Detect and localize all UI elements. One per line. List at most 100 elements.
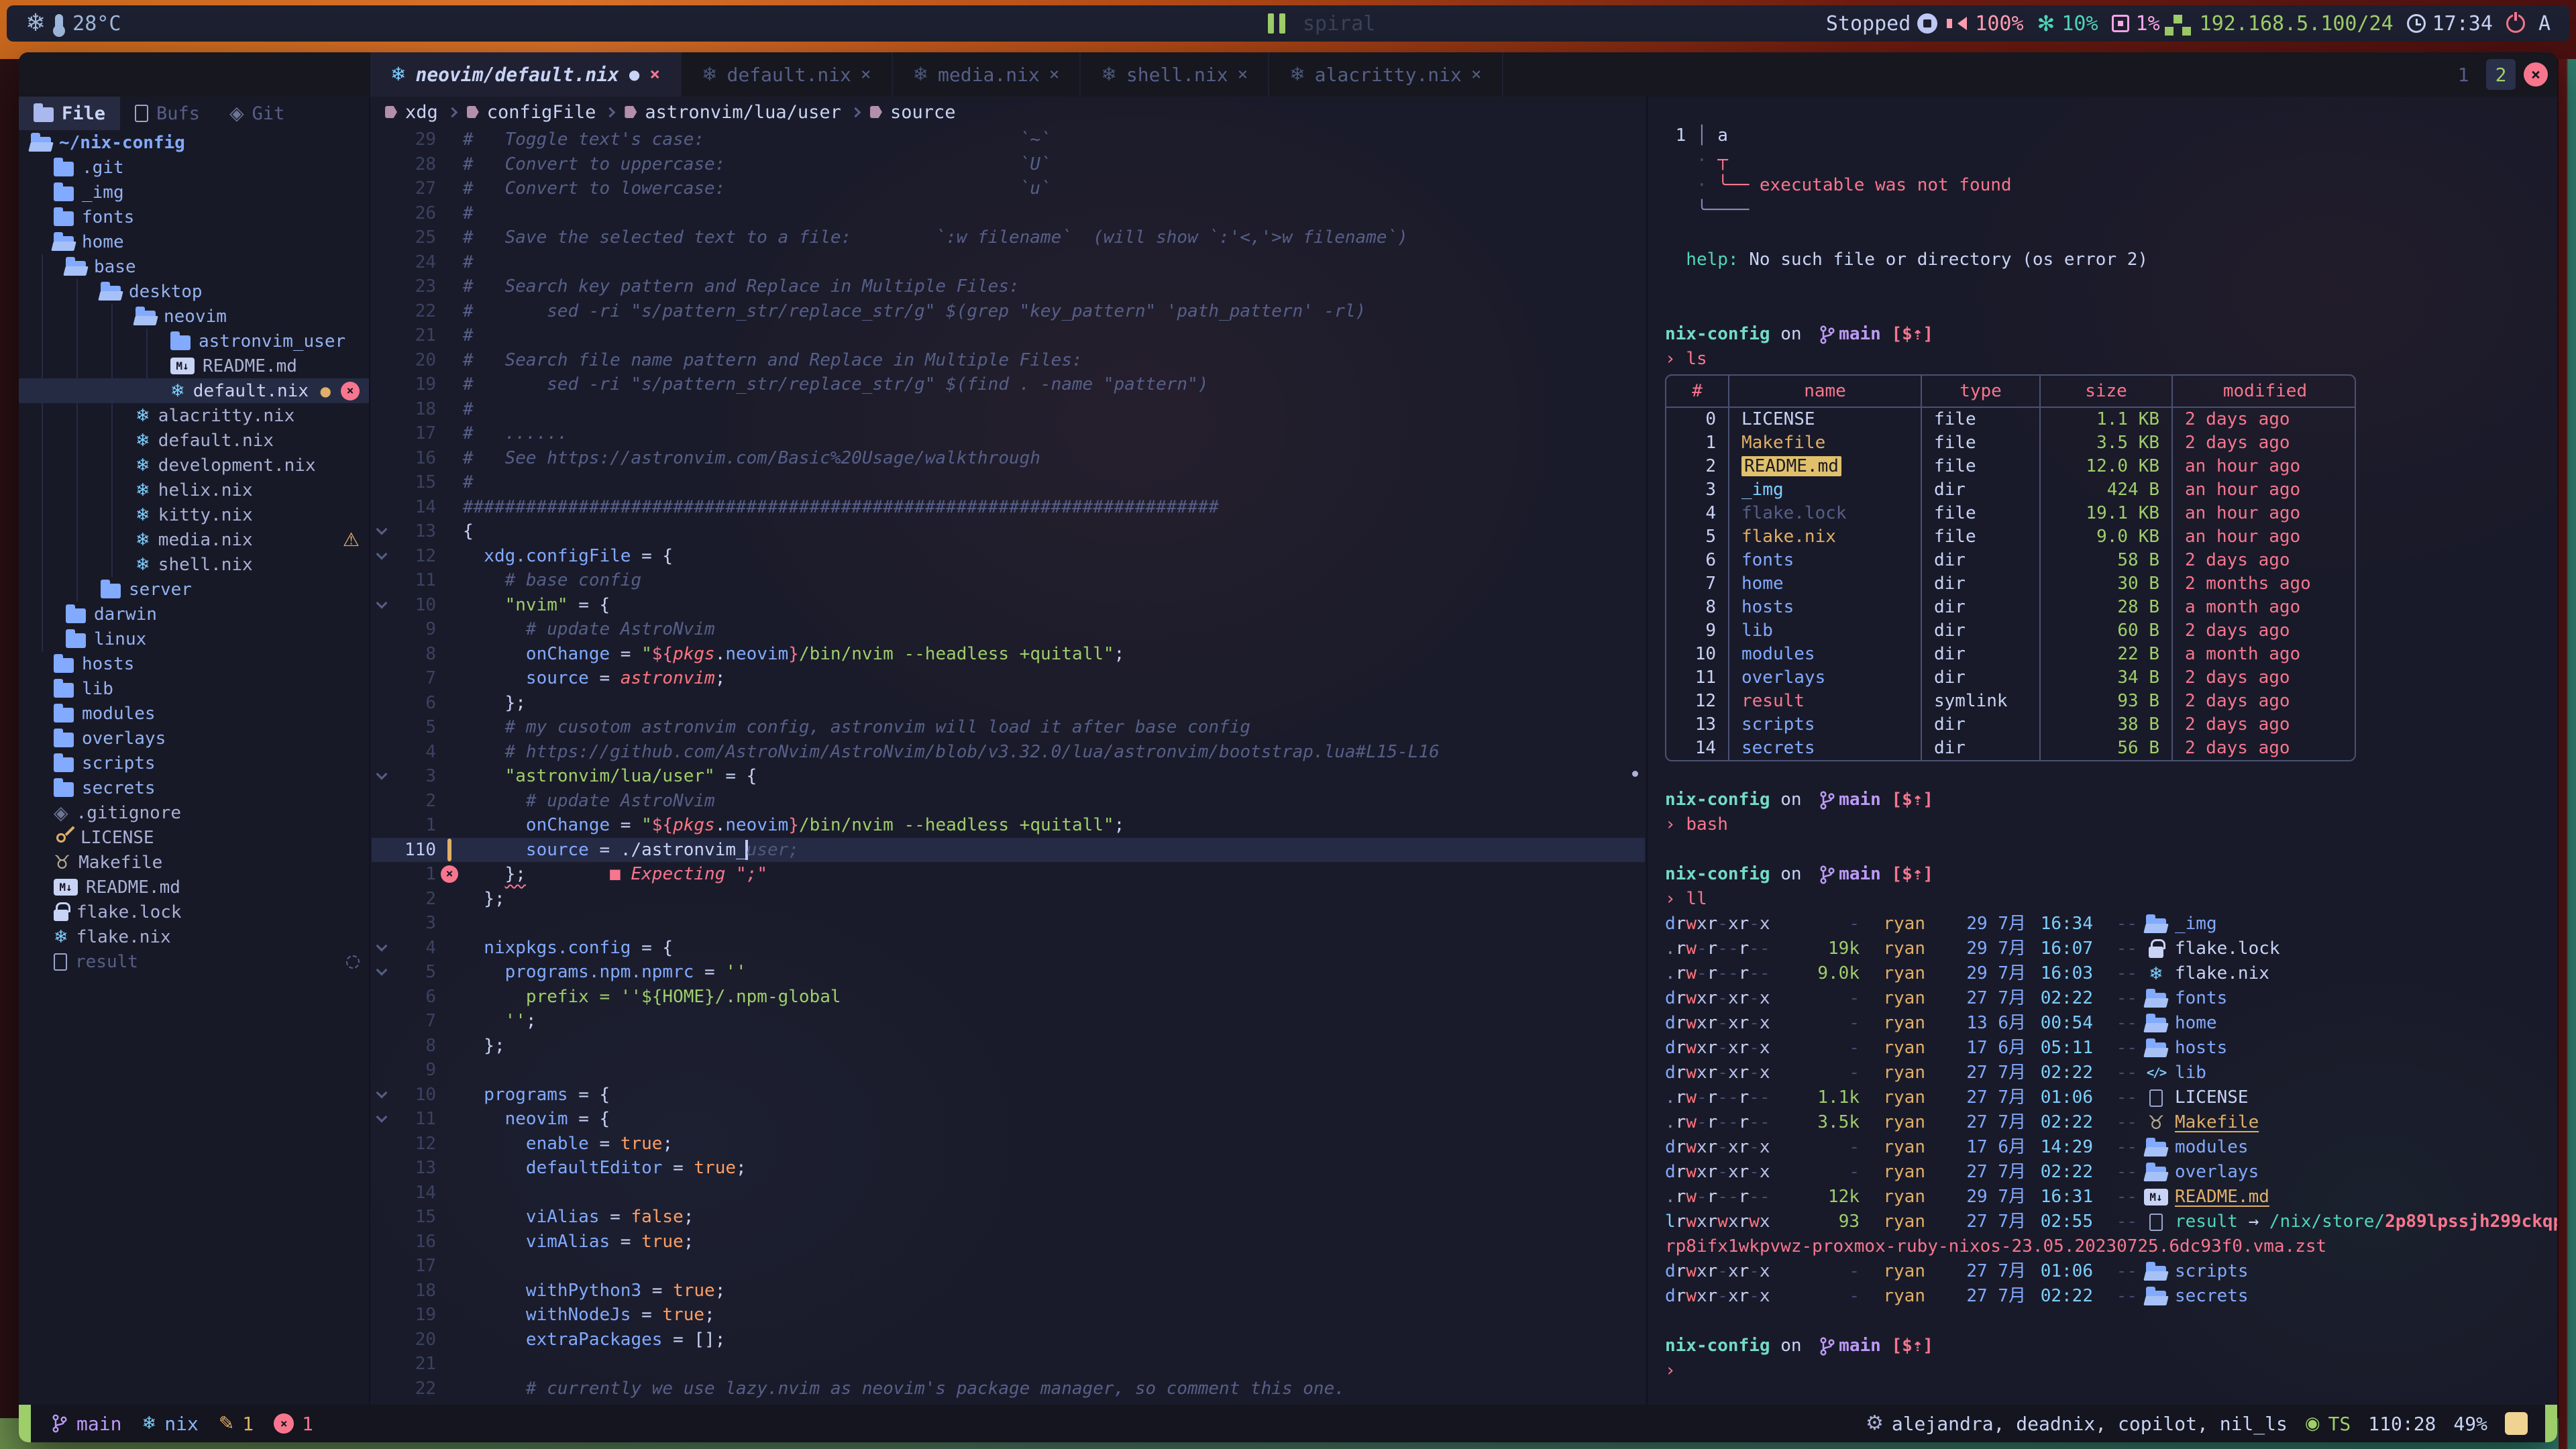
buffer-tab[interactable]: ❄shell.nix× xyxy=(1081,52,1269,97)
file-name[interactable]: _img xyxy=(2175,912,2217,936)
buffer-tab[interactable]: ❄default.nix× xyxy=(682,52,893,97)
code-line[interactable]: 28# Convert to uppercase: `U` xyxy=(372,152,1645,177)
code-line[interactable]: 10 programs = { xyxy=(372,1083,1645,1108)
code-line[interactable]: 4 nixpkgs.config = { xyxy=(372,936,1645,961)
statusline-git-branch[interactable]: main xyxy=(51,1413,121,1435)
close-buffer-icon[interactable]: × xyxy=(1471,64,1482,85)
fold-icon[interactable] xyxy=(372,1107,392,1132)
tree-item[interactable]: ❄helix.nix xyxy=(19,478,369,502)
file-name[interactable]: LICENSE xyxy=(2175,1085,2249,1110)
tree-item[interactable]: darwin xyxy=(19,602,369,627)
code-line[interactable]: 12 xdg.configFile = { xyxy=(372,544,1645,569)
editor-scrollbar-dot[interactable] xyxy=(1632,771,1638,777)
fold-icon[interactable] xyxy=(372,544,392,569)
code-line[interactable]: 27# Convert to lowercase: `u` xyxy=(372,176,1645,201)
code-line[interactable]: 24# xyxy=(372,250,1645,275)
code-line[interactable]: 7 source = astronvim; xyxy=(372,666,1645,691)
code-line[interactable]: 12 enable = true; xyxy=(372,1132,1645,1157)
code-line[interactable]: 6 }; xyxy=(372,691,1645,716)
tab-page-indicator[interactable]: 2 xyxy=(2486,59,2516,90)
file-name[interactable]: hosts xyxy=(2175,1036,2227,1061)
code-line[interactable]: 22 # currently we use lazy.nvim as neovi… xyxy=(372,1377,1645,1401)
code-line[interactable]: 6 prefix = ''${HOME}/.npm-global xyxy=(372,985,1645,1010)
tab-page-indicator[interactable]: 1 xyxy=(2449,59,2478,90)
code-line[interactable]: 10 "nvim" = { xyxy=(372,593,1645,618)
tree-item[interactable]: hosts xyxy=(19,651,369,676)
file-name[interactable]: README.md xyxy=(2175,1185,2269,1210)
neotree-tab-bufs[interactable]: Bufs xyxy=(120,97,215,130)
code-line[interactable]: 8 }; xyxy=(372,1034,1645,1059)
file-name[interactable]: secrets xyxy=(2175,1284,2249,1309)
code-line[interactable]: 21# xyxy=(372,323,1645,348)
file-name[interactable]: lib xyxy=(2175,1061,2206,1085)
tree-item[interactable]: astronvim_user xyxy=(19,329,369,354)
file-name[interactable]: flake.lock xyxy=(2175,936,2280,961)
code-line[interactable]: 17# ...... xyxy=(372,421,1645,446)
code-line[interactable]: 9 xyxy=(372,1058,1645,1083)
power-icon[interactable] xyxy=(2506,14,2525,33)
code-line[interactable]: 11 # base config xyxy=(372,568,1645,593)
file-name[interactable]: home xyxy=(2175,1011,2217,1036)
code-line[interactable]: 13 defaultEditor = true; xyxy=(372,1156,1645,1181)
fold-icon[interactable] xyxy=(372,593,392,618)
fold-icon[interactable] xyxy=(372,1083,392,1108)
code-line[interactable]: 25# Save the selected text to a file: `:… xyxy=(372,225,1645,250)
buffer-tab[interactable]: ❄alacritty.nix× xyxy=(1269,52,1503,97)
tree-item[interactable]: overlays xyxy=(19,726,369,751)
tree-item[interactable]: result xyxy=(19,949,369,974)
code-line[interactable]: 15 viAlias = false; xyxy=(372,1205,1645,1230)
tree-item[interactable]: scripts xyxy=(19,751,369,775)
tree-item[interactable]: base xyxy=(19,254,369,279)
code-line[interactable]: 23# Search key pattern and Replace in Mu… xyxy=(372,274,1645,299)
code-line[interactable]: 1× }; ■ Expecting ";" xyxy=(372,862,1645,887)
code-line[interactable]: 5 # my cusotom astronvim config, astronv… xyxy=(372,715,1645,740)
file-name[interactable]: overlays xyxy=(2175,1160,2259,1185)
fold-icon[interactable] xyxy=(372,960,392,985)
tree-item[interactable]: fonts xyxy=(19,205,369,229)
file-name[interactable]: fonts xyxy=(2175,986,2227,1011)
code-line[interactable]: 9 # update AstroNvim xyxy=(372,617,1645,642)
code-line[interactable]: 18# xyxy=(372,397,1645,422)
code-line[interactable]: 14 xyxy=(372,1181,1645,1205)
tree-item[interactable]: server xyxy=(19,577,369,602)
code-line[interactable]: 19# sed -ri "s/pattern_str/replace_str/g… xyxy=(372,372,1645,397)
code-line[interactable]: 5 programs.npm.npmrc = '' xyxy=(372,960,1645,985)
fold-icon[interactable] xyxy=(372,519,392,544)
code-line[interactable]: 15# xyxy=(372,470,1645,495)
buffer-tab[interactable]: ❄media.nix× xyxy=(893,52,1081,97)
statusline-modified-count[interactable]: ✎ 1 xyxy=(219,1413,254,1435)
fold-icon[interactable] xyxy=(372,936,392,961)
code-line[interactable]: 11 neovim = { xyxy=(372,1107,1645,1132)
statusline-error-count[interactable]: × 1 xyxy=(274,1413,313,1435)
breadcrumb-item[interactable]: source xyxy=(870,102,956,123)
code-line[interactable]: 19 withNodeJs = true; xyxy=(372,1303,1645,1328)
code-line[interactable]: 2 # update AstroNvim xyxy=(372,789,1645,814)
close-buffer-icon[interactable]: × xyxy=(861,64,871,85)
code-line[interactable]: 16 vimAlias = true; xyxy=(372,1230,1645,1254)
code-line[interactable]: 2 }; xyxy=(372,887,1645,912)
code-line[interactable]: 17 xyxy=(372,1254,1645,1279)
fold-icon[interactable] xyxy=(372,764,392,789)
tree-item[interactable]: M↓README.md xyxy=(19,875,369,900)
tree-item[interactable]: ❄development.nix xyxy=(19,453,369,478)
stop-icon[interactable] xyxy=(1917,13,1937,34)
editor-pane[interactable]: xdgconfigFileastronvim/lua/usersource 29… xyxy=(372,97,1645,1405)
tree-item[interactable]: flake.lock xyxy=(19,900,369,924)
terminal-pane[interactable]: 1 │ a · ┬ · ╰── executable was not found… xyxy=(1646,97,2557,1405)
code-line[interactable]: 20# Search file name pattern and Replace… xyxy=(372,348,1645,373)
network-widget[interactable]: 192.168.5.100/24 xyxy=(2174,12,2394,36)
tree-item[interactable]: ❄alacritty.nix xyxy=(19,403,369,428)
breadcrumb-item[interactable]: xdg xyxy=(385,102,438,123)
shell-command[interactable]: › bash xyxy=(1665,812,2557,837)
code-line[interactable]: 1 onChange = "${pkgs.neovim}/bin/nvim --… xyxy=(372,813,1645,838)
close-buffer-icon[interactable]: × xyxy=(1238,64,1248,85)
close-file-icon[interactable]: × xyxy=(341,382,360,400)
code-area[interactable]: 29# Toggle text's case: `~`28# Convert t… xyxy=(372,127,1645,1401)
file-name[interactable]: result xyxy=(2175,1210,2238,1234)
code-line[interactable]: 21 xyxy=(372,1352,1645,1377)
tree-item[interactable]: modules xyxy=(19,701,369,726)
code-line[interactable]: 3 "astronvim/lua/user" = { xyxy=(372,764,1645,789)
tree-item[interactable]: ❄kitty.nix xyxy=(19,502,369,527)
code-line[interactable]: 26# xyxy=(372,201,1645,226)
code-line[interactable]: 8 onChange = "${pkgs.neovim}/bin/nvim --… xyxy=(372,642,1645,667)
